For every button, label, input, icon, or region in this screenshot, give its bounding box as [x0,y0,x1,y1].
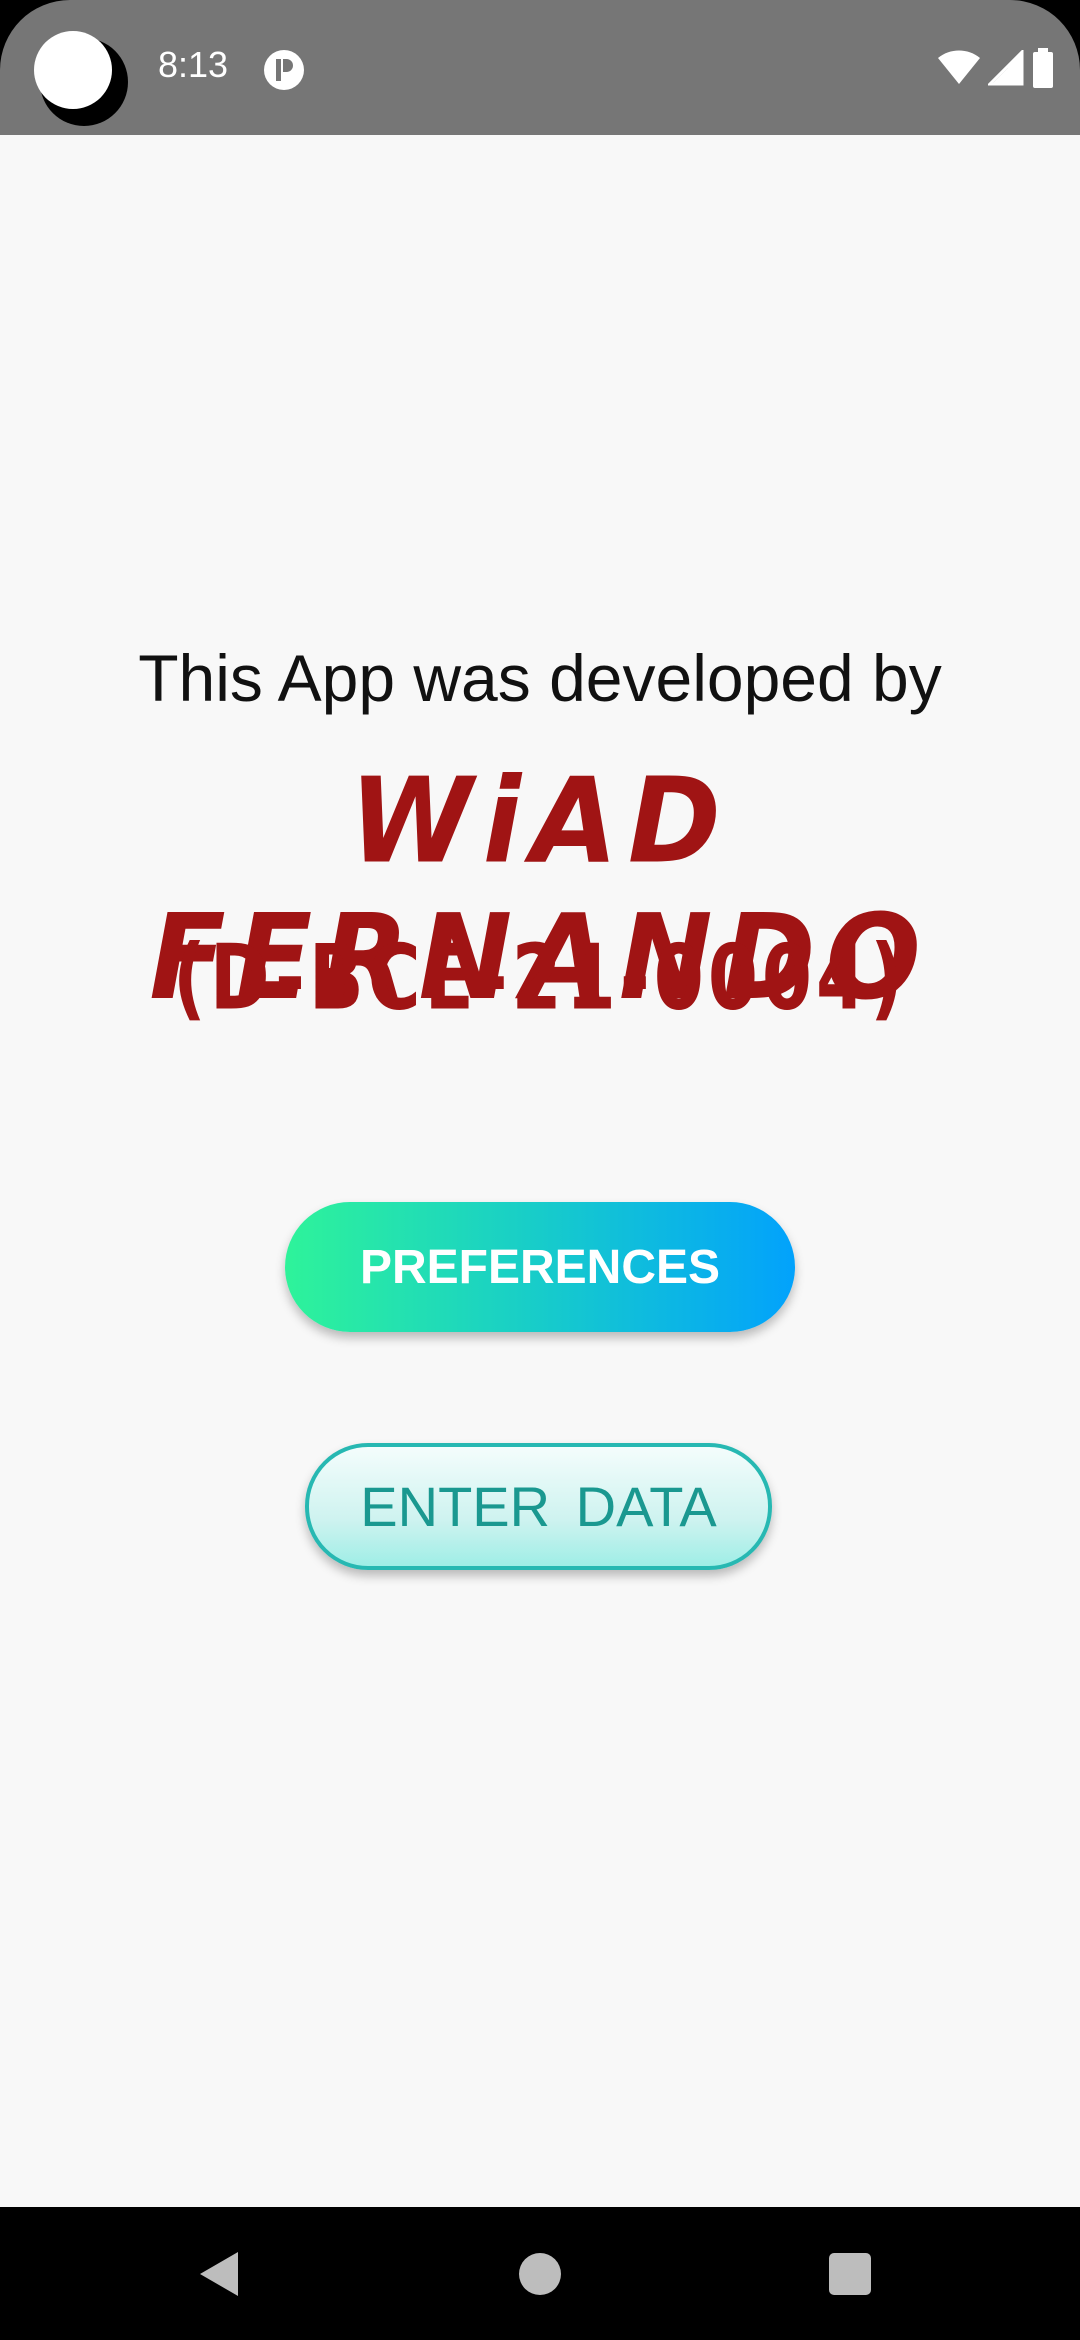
camera-cutout [34,31,112,109]
battery-icon [1033,48,1053,88]
notification-icon [264,50,304,90]
status-bar: 8:13 [0,0,1080,135]
app-content [0,135,1080,2207]
developer-id: (D-BCE-21-0004) [172,924,908,1030]
preferences-button[interactable]: PREFERENCES [285,1202,795,1332]
wifi-icon [938,50,980,84]
status-time: 8:13 [158,44,229,85]
phone-screen: 8:13 This App was developed by WiAD FERN… [0,0,1080,2340]
enter-data-button[interactable]: ENTER DATA [305,1443,772,1570]
status-icons [938,48,1054,88]
navigation-bar [0,2207,1080,2340]
developer-intro-text: This App was developed by [138,641,942,715]
recents-icon[interactable] [829,2253,871,2295]
home-icon[interactable] [519,2253,561,2295]
cell-signal-icon [988,50,1024,86]
back-icon[interactable] [200,2252,238,2296]
